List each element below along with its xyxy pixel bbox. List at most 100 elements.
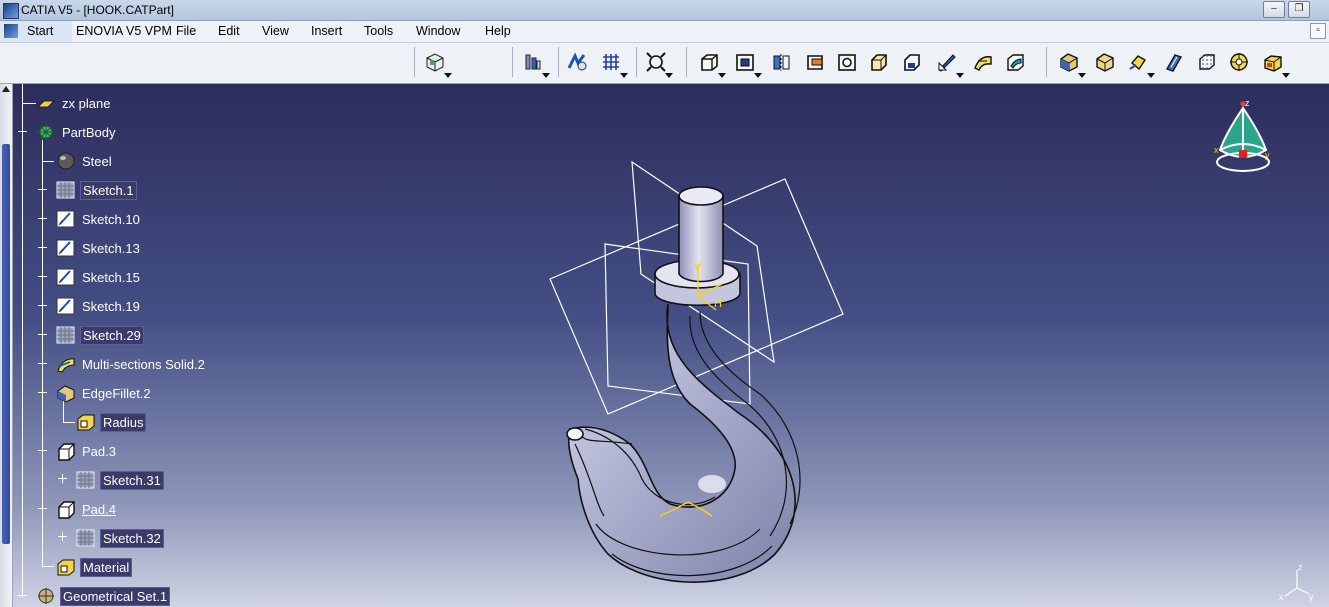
start-menu[interactable]: Start	[0, 21, 72, 42]
tree-item-material[interactable]: Material	[56, 556, 133, 578]
tree-item-sketch-31[interactable]: Sketch.31	[76, 469, 164, 491]
tree-expander[interactable]	[58, 532, 67, 541]
menu-insert[interactable]: Insert	[311, 24, 342, 38]
tree-expander[interactable]	[38, 330, 47, 339]
tree-item-partbody[interactable]: PartBody	[36, 121, 117, 143]
sketch-axis-v-label: V	[694, 261, 702, 273]
scroll-up-icon[interactable]	[2, 86, 10, 92]
tree-item-sketch-15[interactable]: Sketch.15	[56, 266, 142, 288]
3d-viewport[interactable]: V H z x y z x y zx plane PartBody Steel …	[0, 84, 1329, 607]
tree-item-pad-4[interactable]: Pad.4	[56, 498, 118, 520]
thread-icon[interactable]	[1228, 51, 1250, 73]
fit-all-icon[interactable]	[645, 51, 673, 78]
sketch-icon	[56, 209, 76, 229]
toolbar-separator	[1046, 47, 1047, 77]
shell-icon[interactable]	[1163, 51, 1185, 73]
tree-connector	[42, 140, 43, 566]
multi-view-icon[interactable]	[600, 51, 628, 78]
part-design-workbench-icon[interactable]	[424, 51, 452, 78]
sketch-icon	[76, 528, 96, 548]
slot-icon[interactable]	[901, 51, 923, 73]
tree-item-geometrical-set-1[interactable]: Geometrical Set.1	[36, 585, 171, 607]
triad-x-label: x	[1279, 592, 1284, 602]
menu-file[interactable]: File	[176, 24, 196, 38]
pad-icon[interactable]	[698, 51, 726, 78]
hook-3d-model[interactable]: V H	[0, 84, 1329, 607]
tree-item-sketch-1[interactable]: Sketch.1	[56, 179, 137, 201]
tree-expander[interactable]	[38, 504, 47, 513]
tree-label: Sketch.15	[82, 269, 140, 285]
menu-window[interactable]: Window	[416, 24, 460, 38]
menu-edit[interactable]: Edit	[218, 24, 240, 38]
partbody-icon	[36, 122, 56, 142]
fillet-icon[interactable]	[1058, 51, 1086, 78]
restore-button[interactable]: ❐	[1288, 1, 1310, 18]
minimize-button[interactable]: –	[1263, 1, 1285, 18]
fly-mode-icon[interactable]	[566, 51, 588, 73]
tree-connector	[63, 401, 64, 423]
tree-item-sketch-10[interactable]: Sketch.10	[56, 208, 142, 230]
compass-widget[interactable]: z x y	[1208, 98, 1278, 183]
menu-tools[interactable]: Tools	[364, 24, 393, 38]
triad-y-label: y	[1309, 592, 1314, 602]
tree-expander[interactable]	[38, 446, 47, 455]
tree-connector	[22, 103, 36, 104]
document-restore-button[interactable]: ▫	[1310, 23, 1326, 39]
tree-expander[interactable]	[38, 388, 47, 397]
pocket-icon[interactable]	[734, 51, 762, 78]
tree-label: Pad.3	[82, 443, 116, 459]
rib-icon[interactable]	[868, 51, 890, 73]
tree-item-sketch-19[interactable]: Sketch.19	[56, 295, 142, 317]
tree-expander[interactable]	[38, 243, 47, 252]
thickness-icon[interactable]	[1196, 51, 1218, 73]
menu-view[interactable]: View	[262, 24, 289, 38]
tree-item-zx-plane[interactable]: zx plane	[36, 92, 112, 114]
tree-expander[interactable]	[38, 301, 47, 310]
removed-multi-sections-icon[interactable]	[1004, 51, 1026, 73]
tree-expander[interactable]	[38, 185, 47, 194]
tree-label: Sketch.31	[100, 470, 164, 490]
tree-expander[interactable]	[38, 272, 47, 281]
tree-item-radius[interactable]: Radius	[76, 411, 147, 433]
tree-expander[interactable]	[38, 359, 47, 368]
chamfer-icon[interactable]	[1094, 51, 1116, 73]
apply-material-icon[interactable]	[1262, 51, 1290, 78]
tree-label: Multi-sections Solid.2	[82, 356, 205, 372]
multi-sections-solid-icon[interactable]	[972, 51, 994, 73]
tree-expander[interactable]	[38, 214, 47, 223]
compass-x-label: x	[1214, 145, 1219, 155]
tree-connector	[42, 161, 54, 162]
pad-icon	[56, 499, 76, 519]
catia-app-icon[interactable]	[3, 3, 19, 19]
catalog-icon[interactable]	[522, 51, 550, 78]
toolbar-separator	[414, 47, 415, 77]
tree-item-sketch-32[interactable]: Sketch.32	[76, 527, 164, 549]
toolbar-separator	[512, 47, 513, 77]
stiffener-icon[interactable]	[936, 51, 964, 78]
draft-icon[interactable]	[1127, 51, 1155, 78]
menu-start[interactable]: Start	[27, 24, 53, 38]
menu-help[interactable]: Help	[485, 24, 511, 38]
groove-icon[interactable]	[804, 51, 826, 73]
sketch-icon	[56, 180, 76, 200]
tree-item-sketch-13[interactable]: Sketch.13	[56, 237, 142, 259]
tree-expander[interactable]	[58, 474, 67, 483]
sketch-icon	[76, 470, 96, 490]
tree-label: Radius	[100, 412, 147, 432]
tree-item-edgefillet-2[interactable]: EdgeFillet.2	[56, 382, 153, 404]
hole-icon[interactable]	[836, 51, 858, 73]
tree-item-pad-3[interactable]: Pad.3	[56, 440, 118, 462]
menu-enovia[interactable]: ENOVIA V5 VPM	[76, 24, 172, 38]
tree-item-multi-sections-solid-2[interactable]: Multi-sections Solid.2	[56, 353, 207, 375]
parameter-icon	[76, 412, 96, 432]
tree-connector	[22, 84, 23, 597]
scroll-thumb[interactable]	[2, 144, 10, 544]
shaft-icon[interactable]	[771, 51, 793, 73]
tree-scrollbar[interactable]	[0, 84, 13, 607]
tree-item-steel[interactable]: Steel	[56, 150, 114, 172]
tree-connector	[63, 422, 75, 423]
tree-expander[interactable]	[18, 591, 27, 600]
axis-triad: z x y	[1279, 562, 1314, 602]
tree-item-sketch-29[interactable]: Sketch.29	[56, 324, 144, 346]
tree-expander-partbody[interactable]	[18, 127, 27, 136]
